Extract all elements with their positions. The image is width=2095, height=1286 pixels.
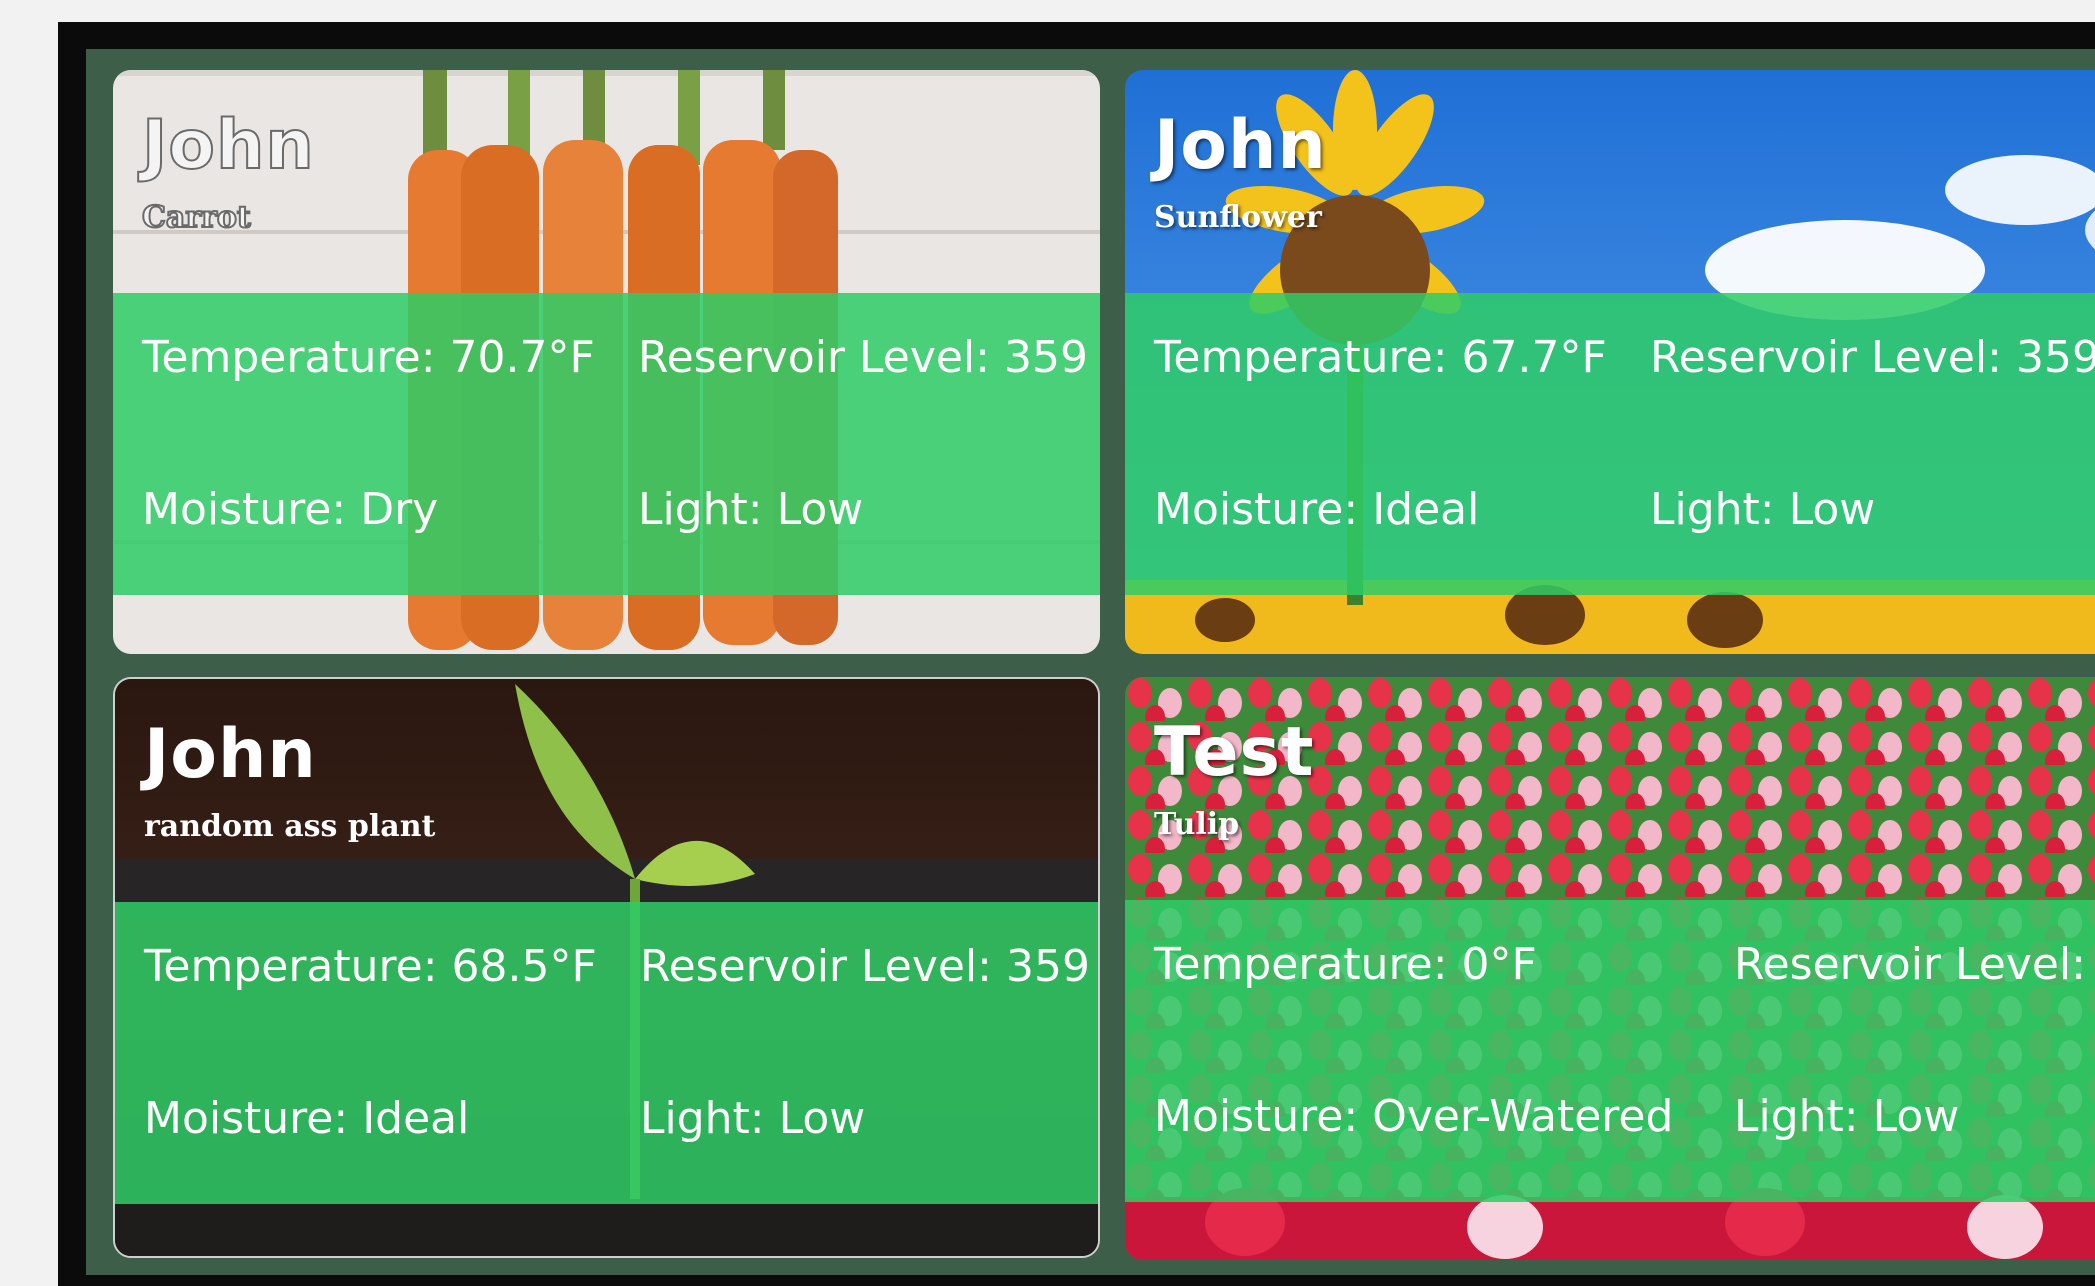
light-stat: Light: Low — [1734, 1091, 1959, 1142]
reservoir-value: 359 — [2015, 332, 2095, 383]
reservoir-value: 359 — [1003, 332, 1088, 383]
light-label: Light: — [640, 1093, 779, 1144]
plant-card-carrot[interactable]: John Carrot Temperature: 70.7°F Reservoi… — [113, 70, 1100, 654]
light-label: Light: — [1650, 484, 1789, 535]
reservoir-stat: Reservoir Level: 359 — [640, 941, 1090, 992]
reservoir-stat: Reservoir Level: 359 — [638, 332, 1088, 383]
moisture-value: Dry — [360, 484, 439, 535]
reservoir-label: Reservoir Level: — [1734, 939, 2095, 990]
light-stat: Light: Low — [1650, 484, 1875, 535]
temperature-label: Temperature: — [1154, 332, 1462, 383]
temperature-value: 67.7°F — [1461, 332, 1607, 383]
plant-card-seedling[interactable]: John random ass plant Temperature: 68.5°… — [113, 677, 1100, 1258]
reservoir-stat: Reservoir Level: 359 — [1650, 332, 2095, 383]
light-label: Light: — [1734, 1091, 1873, 1142]
plant-card-tulip[interactable]: Test Tulip Temperature: 0°F Reservoir Le… — [1125, 677, 2095, 1260]
moisture-label: Moisture: — [1154, 484, 1373, 535]
plant-species: Carrot — [141, 199, 252, 236]
plant-stats-panel: Temperature: 0°F Reservoir Level: 0 Mois… — [1125, 900, 2095, 1202]
reservoir-label: Reservoir Level: — [638, 332, 1004, 383]
light-value: Low — [1872, 1091, 1960, 1142]
plant-stats-panel: Temperature: 70.7°F Reservoir Level: 359… — [113, 293, 1100, 595]
moisture-stat: Moisture: Ideal — [1154, 484, 1479, 535]
plant-owner-name: John — [144, 715, 317, 794]
moisture-stat: Moisture: Over-Watered — [1154, 1091, 1673, 1142]
temperature-value: 70.7°F — [449, 332, 595, 383]
temperature-value: 68.5°F — [451, 941, 597, 992]
reservoir-value: 359 — [1005, 941, 1090, 992]
moisture-value: Ideal — [1372, 484, 1480, 535]
temperature-stat: Temperature: 68.5°F — [144, 941, 597, 992]
moisture-stat: Moisture: Ideal — [144, 1093, 469, 1144]
temperature-value: 0°F — [1461, 939, 1537, 990]
moisture-value: Over-Watered — [1372, 1091, 1674, 1142]
moisture-value: Ideal — [362, 1093, 470, 1144]
plant-owner-name: John — [1154, 106, 1327, 185]
plant-owner-name: Test — [1154, 713, 1315, 792]
temperature-stat: Temperature: 67.7°F — [1154, 332, 1607, 383]
plant-stats-panel: Temperature: 68.5°F Reservoir Level: 359… — [115, 902, 1098, 1204]
temperature-stat: Temperature: 70.7°F — [142, 332, 595, 383]
temperature-label: Temperature: — [142, 332, 450, 383]
reservoir-label: Reservoir Level: — [1650, 332, 2016, 383]
light-stat: Light: Low — [640, 1093, 865, 1144]
temperature-label: Temperature: — [144, 941, 452, 992]
moisture-stat: Moisture: Dry — [142, 484, 438, 535]
light-value: Low — [1788, 484, 1876, 535]
light-label: Light: — [638, 484, 777, 535]
moisture-label: Moisture: — [1154, 1091, 1373, 1142]
temperature-stat: Temperature: 0°F — [1154, 939, 1537, 990]
plant-stats-panel: Temperature: 67.7°F Reservoir Level: 359… — [1125, 293, 2095, 595]
reservoir-stat: Reservoir Level: 0 — [1734, 939, 2095, 990]
light-value: Low — [778, 1093, 866, 1144]
plant-dashboard: John Carrot Temperature: 70.7°F Reservoi… — [86, 49, 2095, 1275]
plant-species: random ass plant — [144, 809, 436, 844]
plant-owner-name: John — [141, 105, 315, 186]
moisture-label: Moisture: — [142, 484, 361, 535]
light-value: Low — [776, 484, 864, 535]
reservoir-label: Reservoir Level: — [640, 941, 1006, 992]
plant-species: Tulip — [1154, 807, 1240, 842]
temperature-label: Temperature: — [1154, 939, 1462, 990]
plant-species: Sunflower — [1154, 200, 1322, 235]
moisture-label: Moisture: — [144, 1093, 363, 1144]
light-stat: Light: Low — [638, 484, 863, 535]
plant-card-sunflower[interactable]: John Sunflower Temperature: 67.7°F Reser… — [1125, 70, 2095, 654]
